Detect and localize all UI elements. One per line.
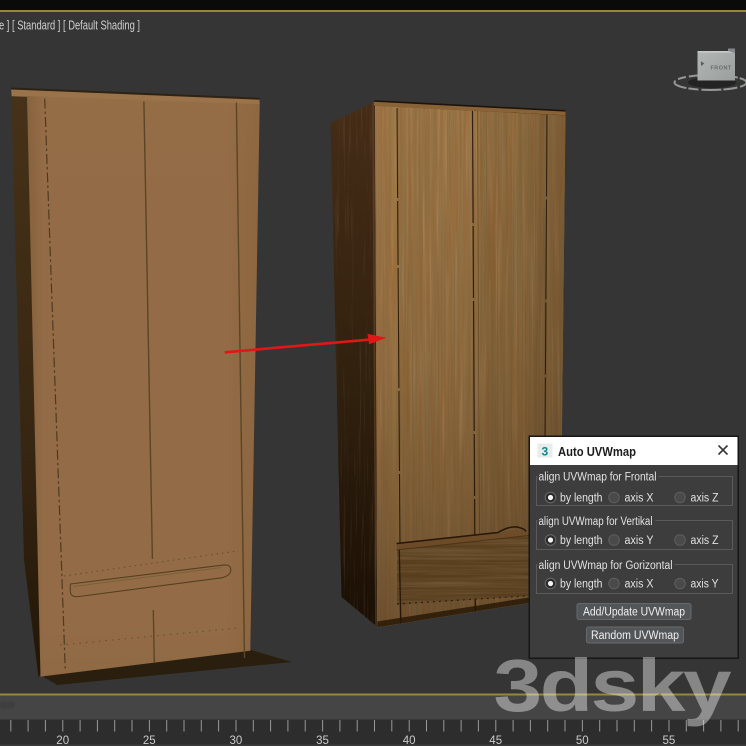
svg-text:Auto UVWmap: Auto UVWmap: [558, 445, 636, 459]
svg-text:55: 55: [663, 735, 676, 746]
svg-text:by length: by length: [560, 579, 603, 591]
svg-text:axis Y: axis Y: [691, 579, 719, 591]
svg-text:align UVWmap for Gorizontal: align UVWmap for Gorizontal: [539, 560, 673, 572]
svg-text:25: 25: [143, 735, 156, 746]
svg-text:axis Z: axis Z: [691, 493, 719, 505]
svg-text:50: 50: [576, 735, 589, 746]
svg-text:FRONT: FRONT: [711, 65, 732, 71]
svg-text:40: 40: [403, 735, 416, 746]
svg-text:axis X: axis X: [625, 579, 654, 591]
svg-text:axis X: axis X: [625, 493, 654, 505]
svg-text:align UVWmap for Vertikal: align UVWmap for Vertikal: [539, 516, 653, 528]
svg-text:3: 3: [542, 445, 549, 459]
svg-text:axis Z: axis Z: [691, 535, 719, 547]
svg-text:Random UVWmap: Random UVWmap: [591, 630, 679, 642]
svg-text:35: 35: [316, 735, 329, 746]
svg-text:align UVWmap for Frontal: align UVWmap for Frontal: [539, 472, 657, 484]
svg-text:axis Y: axis Y: [625, 535, 654, 547]
svg-text:20: 20: [56, 735, 69, 746]
svg-text:3dsky: 3dsky: [494, 645, 732, 727]
svg-text:by length: by length: [560, 535, 603, 547]
svg-text:Add/Update UVWmap: Add/Update UVWmap: [583, 607, 685, 619]
svg-text:e ] [ Standard ] [ Default Sha: e ] [ Standard ] [ Default Shading ]: [0, 19, 140, 33]
svg-text:30: 30: [230, 735, 243, 746]
svg-text:45: 45: [489, 735, 502, 746]
svg-text:by length: by length: [560, 493, 603, 505]
